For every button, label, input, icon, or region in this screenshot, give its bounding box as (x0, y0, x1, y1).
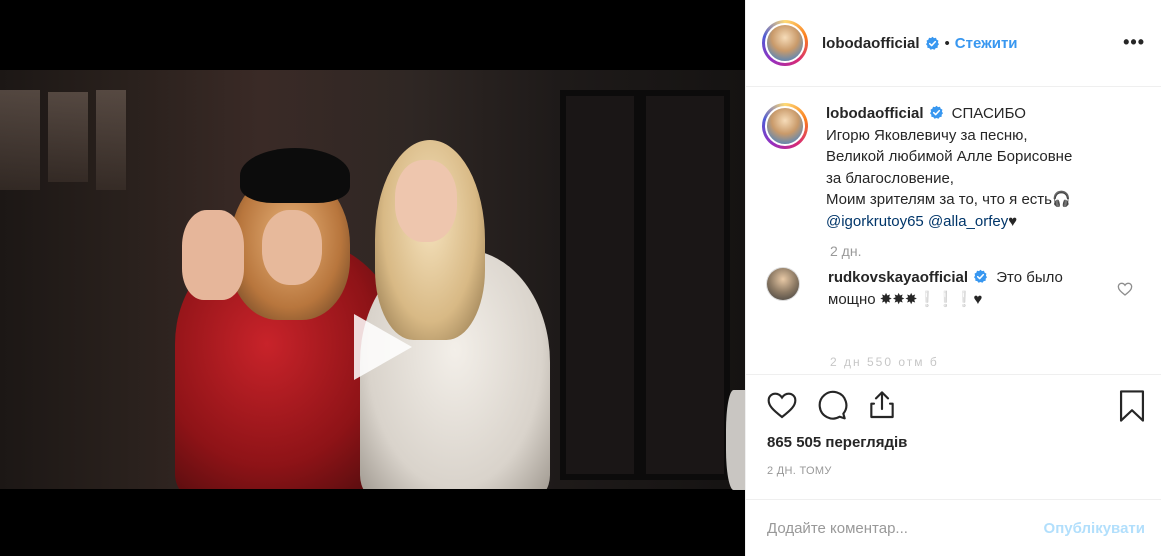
next-media-peek (726, 390, 745, 490)
comment-input[interactable] (767, 519, 1044, 537)
caption-timestamp[interactable]: 2 дн. (830, 243, 1145, 259)
play-icon[interactable] (332, 302, 422, 392)
header-username[interactable]: lobodaofficial (822, 35, 920, 52)
avatar[interactable] (762, 20, 808, 66)
comment-text: мощно ✸✸✸❕❕❕♥ (828, 290, 983, 308)
share-icon[interactable] (864, 387, 900, 423)
post-header: lobodaofficial • Стежити ••• (746, 0, 1161, 87)
publish-button[interactable]: Опублікувати (1044, 520, 1145, 537)
avatar[interactable] (762, 103, 808, 149)
caption-line: за благословение, (826, 169, 954, 187)
caption-username[interactable]: lobodaofficial (826, 105, 924, 122)
verified-badge-icon (974, 269, 988, 283)
mention-link[interactable]: @igorkrutoy65 (826, 213, 924, 230)
media-area (0, 0, 745, 556)
action-icons (764, 387, 1145, 423)
post-panel: lobodaofficial • Стежити ••• lobodaoffic… (745, 0, 1161, 556)
comments-list[interactable]: lobodaofficial СПАСИБО Игорю Яковлевичу … (746, 87, 1161, 374)
views-count[interactable]: 865 505 переглядів (764, 434, 1145, 451)
mention-link[interactable]: @alla_orfey (928, 213, 1008, 230)
person-left-bow (240, 148, 350, 203)
separator-dot: • (944, 34, 950, 52)
avatar[interactable] (766, 267, 800, 301)
post-date[interactable]: 2 ДН. ТОМУ (764, 465, 1145, 477)
caption-first-word: СПАСИБО (951, 105, 1026, 122)
background-door (640, 90, 730, 480)
caption-line: Моим зрителям за то, что я есть🎧 (826, 191, 1071, 208)
more-options-icon[interactable]: ••• (1123, 32, 1145, 53)
next-comment-meta: 2 дн 550 отм б (830, 355, 939, 369)
person-right-face (395, 160, 457, 242)
person-left-face (262, 210, 322, 285)
heart-icon[interactable] (764, 387, 800, 423)
background-window (48, 92, 88, 182)
comment-like-heart-icon[interactable] (1117, 281, 1133, 297)
waving-hand (182, 210, 244, 300)
bookmark-icon[interactable] (1117, 389, 1147, 428)
verified-badge-icon (929, 105, 943, 119)
caption-line: Великой любимой Алле Борисовне (826, 148, 1073, 165)
comment-text: Это было (996, 269, 1063, 286)
caption: lobodaofficial СПАСИБО Игорю Яковлевичу … (762, 103, 1145, 232)
comment-icon[interactable] (814, 387, 850, 423)
follow-button[interactable]: Стежити (955, 35, 1018, 52)
background-window (0, 90, 40, 190)
verified-badge-icon (925, 36, 939, 50)
comment-item: rudkovskayaofficial Это было мощно ✸✸✸❕❕… (762, 267, 1145, 310)
background-door (560, 90, 640, 480)
background-window (96, 90, 126, 190)
heart-emoji: ♥ (1008, 212, 1018, 230)
video-player[interactable] (0, 70, 745, 489)
comment-composer: Опублікувати (746, 499, 1161, 556)
comment-username[interactable]: rudkovskayaofficial (828, 269, 968, 286)
caption-line: Игорю Яковлевичу за песню, (826, 126, 1028, 144)
post-actions: 865 505 переглядів 2 ДН. ТОМУ Опублікува… (746, 374, 1161, 556)
